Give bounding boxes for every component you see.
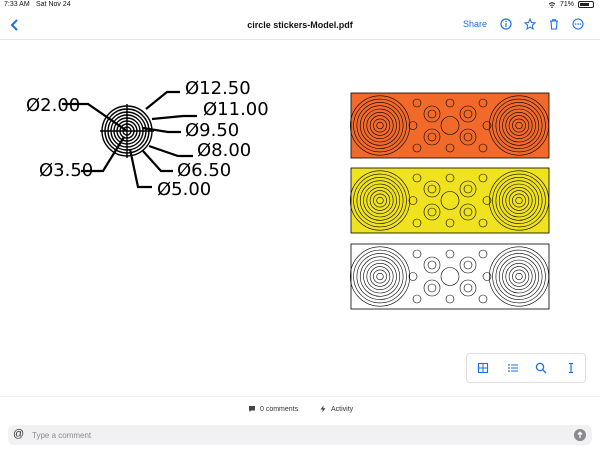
- trash-icon[interactable]: [548, 18, 560, 30]
- pdf-toolbar: [466, 353, 586, 383]
- sticker-sheet-orange: [349, 92, 550, 159]
- nav-bar: circle stickers-Model.pdf Share: [0, 12, 600, 40]
- dimension-label-5-00: Ø5.00: [157, 179, 212, 200]
- pdf-page: Ø2.00 Ø3.50 Ø5.00 Ø6.50 Ø8.00 Ø9.50 Ø11.…: [0, 40, 600, 396]
- comments-tab[interactable]: 0 comments: [248, 405, 298, 413]
- battery-icon: [578, 1, 594, 8]
- dimension-label-11-00: Ø11.00: [203, 99, 269, 120]
- comments-count: 0 comments: [260, 405, 299, 413]
- status-bar: 7:33 AM Sat Nov 24 71%: [0, 0, 600, 12]
- footer-tabs: 0 comments Activity: [0, 396, 600, 420]
- dimension-label-12-50: Ø12.50: [185, 78, 251, 99]
- star-icon[interactable]: [524, 18, 536, 30]
- dimension-label-3-50: Ø3.50: [39, 160, 94, 181]
- comment-input[interactable]: [32, 427, 552, 443]
- comment-bar: @: [8, 425, 592, 445]
- wifi-icon: [548, 1, 556, 8]
- grid-view-icon[interactable]: [477, 362, 489, 374]
- status-date: Sat Nov 24: [36, 1, 71, 8]
- sticker-sheet-yellow: [349, 167, 550, 234]
- lightning-icon: [320, 405, 326, 413]
- more-options-icon[interactable]: [572, 18, 584, 30]
- status-time: 7:33 AM: [4, 1, 30, 8]
- activity-label: Activity: [331, 405, 354, 413]
- dimension-label-8-00: Ø8.00: [197, 140, 252, 161]
- battery-percent: 71%: [559, 1, 574, 8]
- dimension-label-9-50: Ø9.50: [185, 120, 240, 141]
- mention-icon[interactable]: @: [13, 428, 24, 440]
- list-view-icon[interactable]: [507, 362, 519, 374]
- status-right: 71%: [548, 1, 594, 8]
- comment-icon: [249, 406, 255, 412]
- info-icon[interactable]: [500, 18, 512, 30]
- share-button[interactable]: Share: [463, 19, 487, 29]
- dimension-label-2-00: Ø2.00: [26, 95, 81, 116]
- text-cursor-icon[interactable]: [565, 362, 577, 374]
- technical-drawing: [62, 90, 550, 310]
- sticker-sheet-white: [349, 243, 550, 310]
- send-arrow-icon[interactable]: [574, 429, 586, 441]
- activity-tab[interactable]: Activity: [319, 405, 353, 413]
- dimension-label-6-50: Ø6.50: [177, 160, 232, 181]
- search-icon[interactable]: [535, 362, 547, 374]
